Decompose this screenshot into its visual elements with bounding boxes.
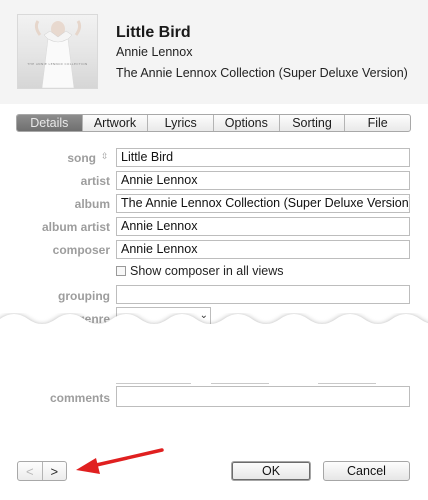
track-title: Little Bird	[116, 24, 191, 41]
prev-next-group: < >	[17, 461, 67, 481]
field-fragment	[318, 383, 376, 384]
song-field[interactable]: Little Bird	[116, 148, 410, 167]
field-fragment	[116, 383, 191, 384]
album-label: album	[74, 197, 110, 211]
composer-field[interactable]: Annie Lennox	[116, 240, 410, 259]
album-field[interactable]: The Annie Lennox Collection (Super Delux…	[116, 194, 410, 213]
tab-options[interactable]: Options	[213, 115, 279, 131]
field-fragment	[211, 383, 269, 384]
artwork-figure-icon	[34, 20, 82, 88]
artist-label: artist	[80, 174, 110, 188]
next-button[interactable]: >	[43, 462, 67, 480]
red-arrow-icon	[76, 448, 164, 474]
tab-sorting[interactable]: Sorting	[278, 115, 345, 131]
show-composer-checkbox[interactable]	[116, 266, 126, 276]
sort-arrows-icon[interactable]: ⇳	[101, 151, 109, 162]
song-label: song	[67, 151, 96, 165]
comments-label: comments	[49, 391, 110, 405]
show-composer-label: Show composer in all views	[130, 264, 284, 278]
tab-artwork[interactable]: Artwork	[81, 115, 148, 131]
artwork-caption: THE ANNIE LENNOX COLLECTION	[27, 62, 88, 66]
track-header: THE ANNIE LENNOX COLLECTION Little Bird …	[0, 0, 428, 104]
tab-bar: Details Artwork Lyrics Options Sorting F…	[16, 114, 411, 132]
track-artist: Annie Lennox	[116, 45, 193, 59]
tab-file[interactable]: File	[344, 115, 410, 131]
tab-details[interactable]: Details	[17, 115, 82, 131]
album-artist-label: album artist	[41, 220, 110, 234]
ok-button[interactable]: OK	[231, 461, 311, 481]
track-album: The Annie Lennox Collection (Super Delux…	[116, 66, 408, 80]
album-artwork: THE ANNIE LENNOX COLLECTION	[17, 14, 98, 89]
album-artist-field[interactable]: Annie Lennox	[116, 217, 410, 236]
torn-edge	[0, 314, 428, 347]
comments-field[interactable]	[116, 386, 410, 407]
composer-label: composer	[52, 243, 110, 257]
artist-field[interactable]: Annie Lennox	[116, 171, 410, 190]
tab-lyrics[interactable]: Lyrics	[147, 115, 213, 131]
previous-button[interactable]: <	[18, 462, 43, 480]
show-composer-row[interactable]: Show composer in all views	[116, 264, 284, 278]
cancel-button[interactable]: Cancel	[323, 461, 410, 481]
